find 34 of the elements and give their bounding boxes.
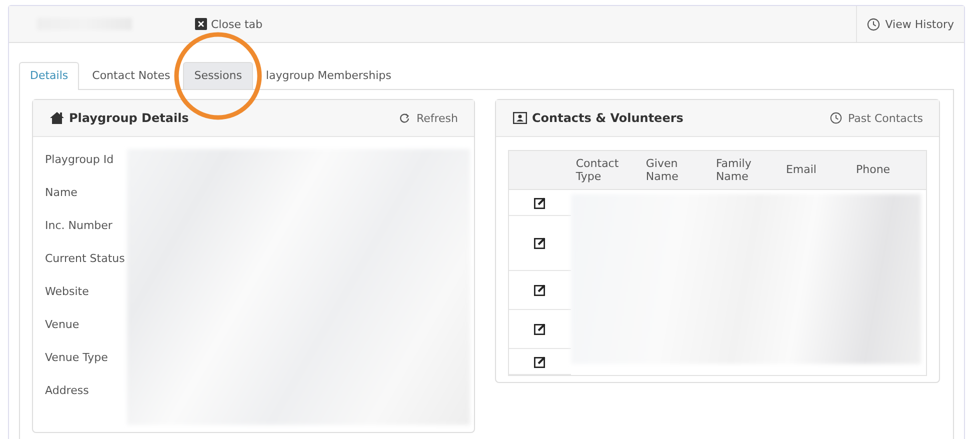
field-label: Inc. Number [45, 219, 114, 234]
view-history-button[interactable]: View History [856, 6, 964, 42]
field-label: Current Status [45, 252, 126, 267]
column-header: Given Name [646, 156, 680, 184]
field-label: Website [45, 285, 90, 300]
tab[interactable]: laygroup Memberships [254, 62, 402, 89]
column-header: Email [786, 163, 818, 177]
column-header: Contact Type [576, 156, 620, 184]
tab[interactable]: Contact Notes [81, 62, 182, 89]
field-label: Address [45, 384, 90, 399]
past-contacts-button[interactable]: Past Contacts [830, 112, 923, 124]
clock-icon [867, 18, 880, 30]
tab[interactable]: Sessions [183, 62, 253, 89]
field-label: Playgroup Id [45, 153, 115, 168]
card-title: Contacts & Volunteers [532, 111, 684, 125]
refresh-icon [399, 112, 410, 124]
tab[interactable]: Details [19, 62, 80, 90]
close-icon [195, 18, 207, 30]
edit-icon[interactable] [534, 284, 546, 296]
column-header: Phone [856, 163, 892, 177]
field-label: Name [45, 186, 78, 201]
house-icon [50, 112, 64, 124]
edit-icon[interactable] [534, 323, 546, 335]
close-tab-link[interactable]: Close tab [195, 18, 262, 30]
clock-icon [830, 112, 842, 124]
refresh-button[interactable]: Refresh [399, 112, 458, 124]
edit-icon[interactable] [534, 196, 546, 208]
field-label: Venue [45, 318, 80, 333]
edit-icon[interactable] [534, 237, 546, 249]
contact-card-icon [513, 112, 527, 124]
card-title: Playgroup Details [69, 111, 189, 125]
column-header: Family Name [716, 156, 752, 184]
edit-icon[interactable] [534, 356, 546, 368]
field-label: Venue Type [45, 351, 109, 366]
